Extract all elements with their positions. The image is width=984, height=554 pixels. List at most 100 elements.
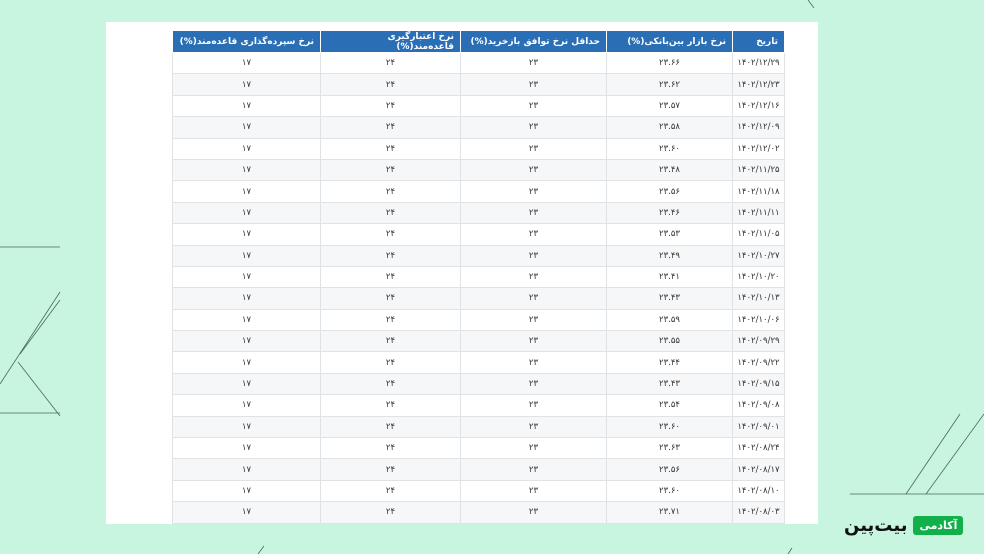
cell-date: ۱۴۰۲/۱۰/۰۶: [732, 308, 785, 332]
cell-lending-facility-rate: ۲۴: [320, 244, 461, 267]
table-row: ۱۴۰۲/۱۲/۲۳ ۲۳.۶۲ ۲۳ ۲۴ ۱۷: [172, 73, 785, 96]
cell-min-repo-rate: ۲۳: [460, 265, 607, 289]
cell-interbank-rate: ۲۳.۶۳: [606, 437, 733, 460]
cell-deposit-facility-rate: ۱۷: [172, 244, 321, 267]
table-row: ۱۴۰۲/۰۹/۲۲ ۲۳.۴۴ ۲۳ ۲۴ ۱۷: [172, 351, 785, 374]
table-row: ۱۴۰۲/۰۹/۰۱ ۲۳.۶۰ ۲۳ ۲۴ ۱۷: [172, 415, 785, 439]
cell-interbank-rate: ۲۳.۴۸: [606, 158, 733, 182]
cell-lending-facility-rate: ۲۴: [320, 415, 461, 439]
cell-date: ۱۴۰۲/۱۱/۱۸: [732, 180, 785, 203]
table-row: ۱۴۰۲/۱۱/۱۱ ۲۳.۴۶ ۲۳ ۲۴ ۱۷: [172, 201, 785, 225]
brand-logo: آکادمی بیت‌پین: [844, 512, 964, 538]
cell-lending-facility-rate: ۲۴: [320, 351, 461, 374]
cell-interbank-rate: ۲۳.۵۸: [606, 116, 733, 139]
cell-lending-facility-rate: ۲۴: [320, 51, 461, 75]
brand-name: بیت‌پین: [844, 514, 908, 536]
table-row: ۱۴۰۲/۰۸/۱۰ ۲۳.۶۰ ۲۳ ۲۴ ۱۷: [172, 479, 785, 503]
table-row: ۱۴۰۲/۱۰/۰۶ ۲۳.۵۹ ۲۳ ۲۴ ۱۷: [172, 308, 785, 332]
table-row: ۱۴۰۲/۰۹/۰۸ ۲۳.۵۴ ۲۳ ۲۴ ۱۷: [172, 394, 785, 417]
cell-min-repo-rate: ۲۳: [460, 479, 607, 503]
table-row: ۱۴۰۲/۱۰/۲۰ ۲۳.۴۱ ۲۳ ۲۴ ۱۷: [172, 265, 785, 289]
cell-date: ۱۴۰۲/۰۹/۰۸: [732, 394, 785, 417]
cell-lending-facility-rate: ۲۴: [320, 180, 461, 203]
cell-deposit-facility-rate: ۱۷: [172, 94, 321, 118]
cell-min-repo-rate: ۲۳: [460, 330, 607, 353]
table-row: ۱۴۰۲/۰۹/۲۹ ۲۳.۵۵ ۲۳ ۲۴ ۱۷: [172, 330, 785, 353]
cell-interbank-rate: ۲۳.۶۰: [606, 479, 733, 503]
cell-deposit-facility-rate: ۱۷: [172, 201, 321, 225]
cell-min-repo-rate: ۲۳: [460, 201, 607, 225]
cell-date: ۱۴۰۲/۱۲/۰۲: [732, 137, 785, 160]
cell-date: ۱۴۰۲/۱۰/۱۳: [732, 287, 785, 310]
cell-interbank-rate: ۲۳.۴۶: [606, 201, 733, 225]
cell-lending-facility-rate: ۲۴: [320, 394, 461, 417]
cell-interbank-rate: ۲۳.۴۴: [606, 351, 733, 374]
cell-interbank-rate: ۲۳.۴۱: [606, 265, 733, 289]
cell-date: ۱۴۰۲/۰۸/۲۴: [732, 437, 785, 460]
cell-deposit-facility-rate: ۱۷: [172, 415, 321, 439]
cell-date: ۱۴۰۲/۰۸/۱۰: [732, 479, 785, 503]
cell-interbank-rate: ۲۳.۵۶: [606, 180, 733, 203]
table-row: ۱۴۰۲/۱۲/۰۲ ۲۳.۶۰ ۲۳ ۲۴ ۱۷: [172, 137, 785, 160]
cell-lending-facility-rate: ۲۴: [320, 158, 461, 182]
table-row: ۱۴۰۲/۰۸/۰۳ ۲۳.۷۱ ۲۳ ۲۴ ۱۷: [172, 501, 785, 524]
cell-min-repo-rate: ۲۳: [460, 244, 607, 267]
cell-interbank-rate: ۲۳.۶۰: [606, 137, 733, 160]
cell-min-repo-rate: ۲۳: [460, 415, 607, 439]
cell-deposit-facility-rate: ۱۷: [172, 458, 321, 481]
cell-min-repo-rate: ۲۳: [460, 158, 607, 182]
cell-min-repo-rate: ۲۳: [460, 137, 607, 160]
cell-lending-facility-rate: ۲۴: [320, 73, 461, 96]
cell-interbank-rate: ۲۳.۵۶: [606, 458, 733, 481]
cell-min-repo-rate: ۲۳: [460, 437, 607, 460]
cell-date: ۱۴۰۲/۱۲/۲۹: [732, 51, 785, 75]
cell-deposit-facility-rate: ۱۷: [172, 437, 321, 460]
cell-min-repo-rate: ۲۳: [460, 51, 607, 75]
table-row: ۱۴۰۲/۱۲/۲۹ ۲۳.۶۶ ۲۳ ۲۴ ۱۷: [172, 51, 785, 75]
cell-lending-facility-rate: ۲۴: [320, 265, 461, 289]
cell-deposit-facility-rate: ۱۷: [172, 501, 321, 524]
header-min-repo-rate: حداقل نرخ توافق بازخرید(%): [460, 30, 607, 53]
table-header-row: تاریخ نرخ بازار بین‌بانکی(%) حداقل نرخ ت…: [172, 30, 785, 53]
cell-deposit-facility-rate: ۱۷: [172, 223, 321, 246]
cell-min-repo-rate: ۲۳: [460, 223, 607, 246]
cell-interbank-rate: ۲۳.۵۴: [606, 394, 733, 417]
table-body: ۱۴۰۲/۱۲/۲۹ ۲۳.۶۶ ۲۳ ۲۴ ۱۷ ۱۴۰۲/۱۲/۲۳ ۲۳.۶۲ ۲۳ ۲۴…: [172, 51, 785, 524]
cell-interbank-rate: ۲۳.۷۱: [606, 501, 733, 524]
cell-interbank-rate: ۲۳.۶۲: [606, 73, 733, 96]
cell-lending-facility-rate: ۲۴: [320, 372, 461, 396]
cell-date: ۱۴۰۲/۱۱/۲۵: [732, 158, 785, 182]
cell-lending-facility-rate: ۲۴: [320, 201, 461, 225]
header-deposit-facility-rate: نرخ سپرده‌گذاری قاعده‌مند(%): [172, 30, 321, 53]
cell-deposit-facility-rate: ۱۷: [172, 308, 321, 332]
cell-min-repo-rate: ۲۳: [460, 351, 607, 374]
cell-min-repo-rate: ۲۳: [460, 180, 607, 203]
cell-interbank-rate: ۲۳.۵۳: [606, 223, 733, 246]
cell-interbank-rate: ۲۳.۵۹: [606, 308, 733, 332]
cell-deposit-facility-rate: ۱۷: [172, 137, 321, 160]
cell-min-repo-rate: ۲۳: [460, 501, 607, 524]
cell-interbank-rate: ۲۳.۵۷: [606, 94, 733, 118]
cell-interbank-rate: ۲۳.۴۳: [606, 372, 733, 396]
cell-lending-facility-rate: ۲۴: [320, 479, 461, 503]
cell-interbank-rate: ۲۳.۶۰: [606, 415, 733, 439]
cell-lending-facility-rate: ۲۴: [320, 116, 461, 139]
table-row: ۱۴۰۲/۱۱/۱۸ ۲۳.۵۶ ۲۳ ۲۴ ۱۷: [172, 180, 785, 203]
cell-lending-facility-rate: ۲۴: [320, 437, 461, 460]
cell-lending-facility-rate: ۲۴: [320, 287, 461, 310]
cell-interbank-rate: ۲۳.۶۶: [606, 51, 733, 75]
header-interbank-rate: نرخ بازار بین‌بانکی(%): [606, 30, 733, 53]
cell-deposit-facility-rate: ۱۷: [172, 372, 321, 396]
cell-deposit-facility-rate: ۱۷: [172, 330, 321, 353]
cell-interbank-rate: ۲۳.۴۹: [606, 244, 733, 267]
table-row: ۱۴۰۲/۰۸/۱۷ ۲۳.۵۶ ۲۳ ۲۴ ۱۷: [172, 458, 785, 481]
cell-date: ۱۴۰۲/۱۲/۰۹: [732, 116, 785, 139]
cell-lending-facility-rate: ۲۴: [320, 308, 461, 332]
cell-date: ۱۴۰۲/۱۲/۲۳: [732, 73, 785, 96]
cell-min-repo-rate: ۲۳: [460, 287, 607, 310]
cell-lending-facility-rate: ۲۴: [320, 137, 461, 160]
cell-deposit-facility-rate: ۱۷: [172, 479, 321, 503]
cell-date: ۱۴۰۲/۱۲/۱۶: [732, 94, 785, 118]
cell-deposit-facility-rate: ۱۷: [172, 351, 321, 374]
cell-lending-facility-rate: ۲۴: [320, 330, 461, 353]
